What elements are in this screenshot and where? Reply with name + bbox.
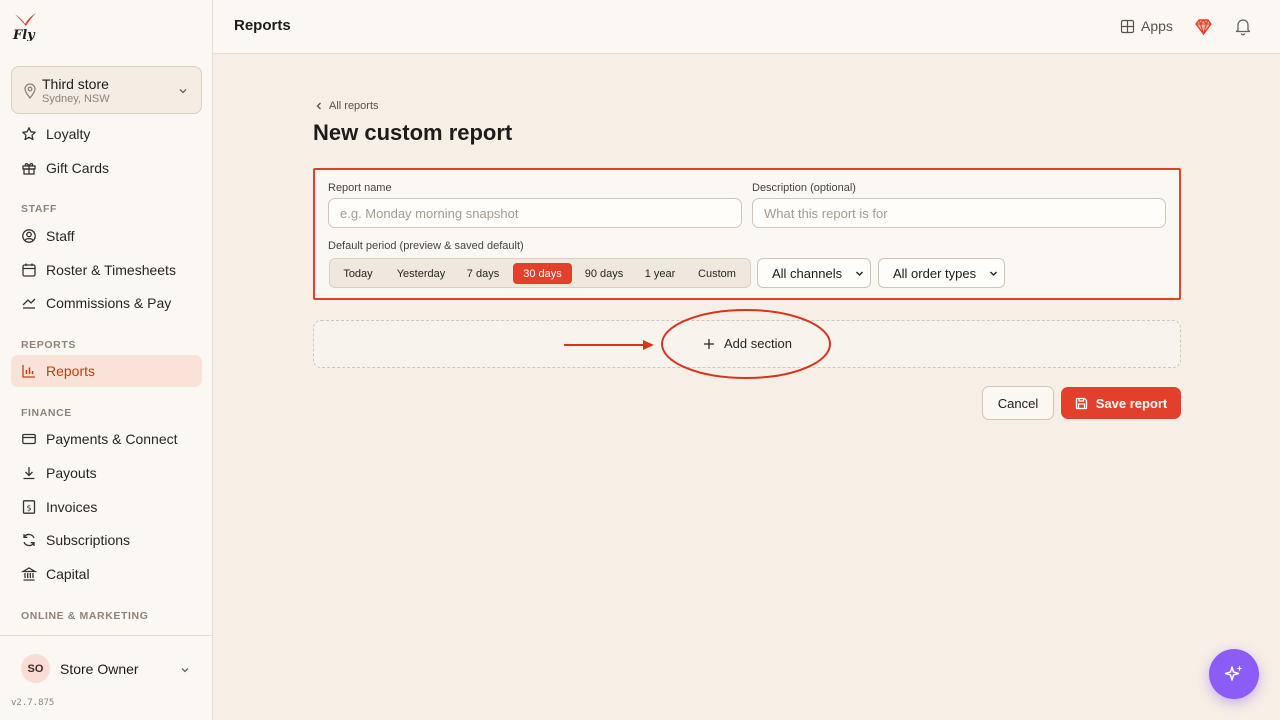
ai-assistant-button[interactable] [1209, 649, 1259, 699]
page-header-title: Reports [234, 17, 291, 34]
star-icon [21, 126, 37, 142]
store-location: Sydney, NSW [42, 93, 110, 105]
period-label: Default period (preview & saved default) [328, 240, 524, 252]
app-version: v2.7.875 [11, 698, 55, 708]
calendar-icon [21, 262, 37, 278]
avatar: SO [21, 654, 50, 683]
period-7-days[interactable]: 7 days [460, 263, 506, 284]
percent-icon [21, 295, 37, 311]
order-type-select-value: All order types [893, 265, 977, 281]
description-input[interactable]: What this report is for [752, 198, 1166, 228]
report-name-input[interactable]: e.g. Monday morning snapshot [328, 198, 742, 228]
sidebar-item-reports[interactable]: Reports [11, 355, 202, 387]
cancel-button[interactable]: Cancel [982, 386, 1054, 420]
period-today[interactable]: Today [334, 263, 382, 284]
apps-button[interactable]: Apps [1120, 18, 1173, 34]
sidebar: Fly Third store Sydney, NSW Loyalty Gift… [0, 0, 213, 720]
gift-icon [21, 160, 37, 176]
sidebar-item-loyalty[interactable]: Loyalty [11, 118, 202, 150]
sidebar-item-payouts[interactable]: Payouts [11, 457, 202, 489]
user-menu[interactable]: SO Store Owner v2.7.875 [0, 635, 213, 720]
period-selector: Today Yesterday 7 days 30 days 90 days 1… [329, 258, 751, 288]
section-heading-staff: STAFF [21, 203, 58, 215]
sidebar-item-label: Roster & Timesheets [46, 262, 176, 278]
refresh-icon [21, 532, 37, 548]
period-90-days[interactable]: 90 days [576, 263, 632, 284]
sidebar-item-label: Invoices [46, 499, 98, 515]
sidebar-item-label: Subscriptions [46, 532, 131, 548]
sidebar-item-label: Loyalty [46, 126, 91, 142]
svg-text:Fly: Fly [12, 28, 36, 41]
dollar-doc-icon: $ [21, 499, 37, 515]
page-title: New custom report [313, 120, 513, 145]
svg-text:$: $ [26, 504, 31, 513]
report-name-label: Report name [328, 182, 392, 194]
sidebar-item-gift-cards[interactable]: Gift Cards [11, 152, 202, 184]
order-type-select[interactable]: All order types [878, 258, 1005, 288]
sidebar-item-label: Reports [46, 363, 96, 379]
chevron-down-icon [990, 271, 997, 276]
period-1-year[interactable]: 1 year [636, 263, 684, 284]
sidebar-item-payments[interactable]: Payments & Connect [11, 423, 202, 455]
chevron-down-icon [856, 271, 863, 276]
period-custom[interactable]: Custom [688, 263, 746, 284]
sidebar-item-label: Payments & Connect [46, 431, 178, 447]
bar-chart-icon [21, 363, 37, 379]
period-30-days[interactable]: 30 days [513, 263, 572, 284]
sidebar-item-label: Gift Cards [46, 160, 110, 176]
apps-label: Apps [1141, 18, 1173, 34]
download-icon [21, 465, 37, 481]
channel-select[interactable]: All channels [757, 258, 871, 288]
sidebar-item-label: Payouts [46, 465, 97, 481]
top-bar: Reports Apps [213, 0, 1280, 54]
sidebar-item-roster[interactable]: Roster & Timesheets [11, 254, 202, 286]
user-name: Store Owner [60, 661, 139, 677]
period-yesterday[interactable]: Yesterday [386, 263, 456, 284]
credit-card-icon [21, 431, 37, 447]
sidebar-item-staff[interactable]: Staff [11, 220, 202, 252]
chevron-left-icon [316, 102, 321, 110]
sidebar-item-subscriptions[interactable]: Subscriptions [11, 524, 202, 556]
sidebar-item-label: Staff [46, 228, 75, 244]
sidebar-item-capital[interactable]: Capital [11, 558, 202, 590]
sidebar-item-invoices[interactable]: $ Invoices [11, 491, 202, 523]
channel-select-value: All channels [772, 265, 843, 281]
breadcrumb-link[interactable]: All reports [329, 100, 379, 112]
section-heading-finance: FINANCE [21, 407, 72, 419]
gem-icon[interactable] [1194, 17, 1213, 36]
add-section-label: Add section [724, 336, 792, 351]
sidebar-item-label: Capital [46, 566, 90, 582]
bell-icon[interactable] [1234, 16, 1252, 36]
chevron-down-icon [181, 668, 189, 673]
description-label: Description (optional) [752, 182, 856, 194]
bank-icon [21, 566, 37, 582]
chevron-down-icon [179, 89, 187, 94]
store-name: Third store [42, 76, 109, 92]
sidebar-item-commissions[interactable]: Commissions & Pay [11, 287, 202, 319]
section-heading-online: ONLINE & MARKETING [21, 610, 149, 622]
save-report-button[interactable]: Save report [1061, 387, 1181, 419]
fly-logo[interactable]: Fly [12, 11, 38, 43]
add-section-button[interactable]: Add section [703, 336, 792, 351]
map-pin-icon [24, 83, 36, 99]
plus-icon [704, 338, 714, 349]
report-settings-card: Report name e.g. Monday morning snapshot… [313, 168, 1181, 300]
breadcrumb[interactable]: All reports [314, 100, 379, 112]
grid-icon [1120, 19, 1135, 33]
sparkles-icon [1224, 665, 1243, 681]
sidebar-item-label: Commissions & Pay [46, 295, 172, 311]
save-report-label: Save report [1095, 395, 1168, 411]
user-circle-icon [21, 228, 37, 244]
save-icon [1075, 397, 1087, 409]
add-section-area: Add section [313, 320, 1181, 368]
section-heading-reports: REPORTS [21, 339, 76, 351]
store-switcher[interactable]: Third store Sydney, NSW [11, 66, 202, 114]
